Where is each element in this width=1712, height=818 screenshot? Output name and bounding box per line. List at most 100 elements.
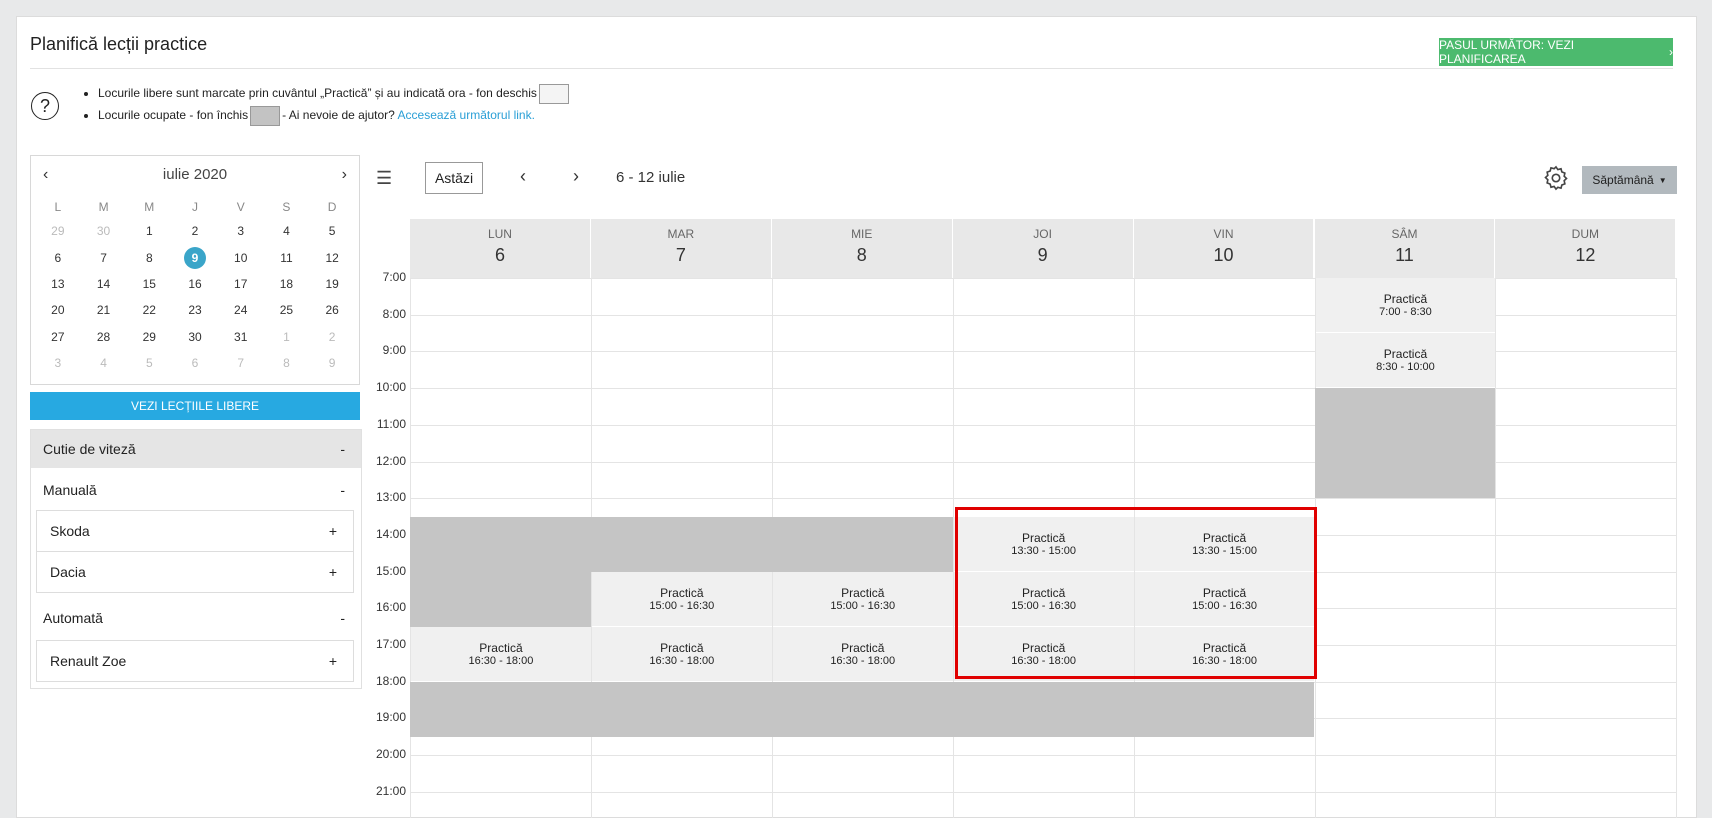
practice-slot[interactable]: Practică 16:30 - 18:00 [591, 626, 772, 682]
mini-day[interactable]: 15 [126, 271, 172, 297]
practice-slot[interactable]: Practică 16:30 - 18:00 [772, 626, 953, 682]
mini-day[interactable]: 19 [309, 271, 355, 297]
mini-day[interactable]: 9 [172, 244, 218, 270]
mini-day[interactable]: 29 [126, 324, 172, 350]
next-week-icon[interactable]: › [573, 166, 579, 187]
mini-day[interactable]: 16 [172, 271, 218, 297]
collapse-icon: - [340, 482, 345, 498]
prev-week-icon[interactable]: ‹ [520, 166, 526, 187]
mini-month-title: iulie 2020 [162, 166, 228, 183]
help-link[interactable]: Accesează următorul link. [398, 108, 535, 122]
mini-day[interactable]: 18 [264, 271, 310, 297]
mini-day[interactable]: 24 [218, 297, 264, 323]
slot-label: Practică [1383, 347, 1428, 362]
mini-day[interactable]: 21 [81, 297, 127, 323]
day-header-sâm[interactable]: SÂM 11 [1314, 219, 1496, 278]
slot-label: Practică [841, 585, 885, 600]
filter-gearbox[interactable]: Cutie de viteză - [31, 430, 361, 468]
mini-calendar-grid: L M M J V S D 29 30 1 2 3 4 5 6 7 8 9 10 11 12 13 14 15 16 17 18 19… [35, 196, 355, 376]
mini-day[interactable]: 14 [81, 271, 127, 297]
mini-day[interactable]: 23 [172, 297, 218, 323]
practice-slot[interactable]: Practică 15:00 - 16:30 [1134, 571, 1315, 627]
mini-day[interactable]: 30 [81, 218, 127, 244]
filter-manual[interactable]: Manuală - [31, 470, 361, 510]
mini-day[interactable]: 13 [35, 271, 81, 297]
next-step-button[interactable]: PASUL URMĂTOR: VEZI PLANIFICAREA › [1439, 38, 1673, 66]
day-header-vin[interactable]: VIN 10 [1133, 219, 1315, 278]
day-header-lun[interactable]: LUN 6 [410, 219, 591, 278]
menu-icon[interactable]: ☰ [376, 168, 392, 189]
day-header-mar[interactable]: MAR 7 [590, 219, 772, 278]
mini-day[interactable]: 3 [35, 350, 81, 376]
mini-day[interactable]: 2 [309, 324, 355, 350]
mini-day[interactable]: 11 [264, 244, 310, 270]
practice-slot[interactable]: Practică 16:30 - 18:00 [1134, 626, 1315, 682]
mini-day[interactable]: 5 [126, 350, 172, 376]
free-lessons-button[interactable]: VEZI LECȚIILE LIBERE [30, 392, 360, 420]
car-dacia[interactable]: Dacia + [36, 551, 354, 593]
day-name: DUM [1571, 227, 1599, 241]
mini-dow-label: L [54, 200, 62, 214]
mini-day[interactable]: 22 [126, 297, 172, 323]
mini-day[interactable]: 8 [126, 244, 172, 270]
hour-label: 11:00 [376, 416, 406, 431]
practice-slot[interactable]: Practică 16:30 - 18:00 [411, 626, 591, 682]
mini-day[interactable]: 6 [172, 350, 218, 376]
gear-icon[interactable] [1542, 164, 1570, 197]
practice-slot[interactable]: Practică 8:30 - 10:00 [1315, 333, 1496, 389]
filters-panel: Cutie de viteză - Manuală - Skoda + Daci… [30, 429, 362, 689]
mini-day[interactable]: 30 [172, 324, 218, 350]
mini-day[interactable]: 7 [218, 350, 264, 376]
mini-day[interactable]: 1 [126, 218, 172, 244]
practice-slot[interactable]: Practică 13:30 - 15:00 [953, 516, 1134, 572]
day-header-dum[interactable]: DUM 12 [1495, 219, 1677, 278]
mini-day[interactable]: 10 [218, 244, 264, 270]
hour-label: 10:00 [375, 380, 406, 395]
mini-day[interactable]: 27 [35, 324, 81, 350]
mini-day[interactable]: 4 [264, 218, 310, 244]
help-question: - Ai nevoie de ajutor? [282, 108, 395, 122]
info-free-text: Locurile libere sunt marcate prin cuvânt… [98, 86, 537, 100]
day-number: 9 [1037, 245, 1048, 265]
practice-slot[interactable]: Practică 15:00 - 16:30 [591, 571, 772, 627]
hour-label: 15:00 [375, 563, 406, 578]
header-divider [30, 68, 1673, 69]
day-header-mie[interactable]: MIE 8 [771, 219, 953, 278]
mini-day[interactable]: 8 [264, 350, 310, 376]
practice-slot[interactable]: Practică 13:30 - 15:00 [1134, 516, 1315, 572]
mini-next-month-icon[interactable]: › [342, 166, 347, 184]
mini-day[interactable]: 4 [81, 350, 127, 376]
mini-day[interactable]: 1 [264, 324, 310, 350]
view-selector[interactable]: Săptămână ▼ [1582, 166, 1677, 194]
practice-slot[interactable]: Practică 15:00 - 16:30 [772, 571, 953, 627]
free-swatch [538, 83, 569, 104]
mini-day[interactable]: 29 [35, 218, 81, 244]
practice-slot[interactable]: Practică 16:30 - 18:00 [953, 626, 1134, 682]
mini-dow-label: M [144, 200, 155, 214]
mini-day[interactable]: 6 [35, 244, 81, 270]
practice-slot[interactable]: Practică 15:00 - 16:30 [953, 571, 1134, 627]
car-skoda[interactable]: Skoda + [36, 510, 354, 552]
mini-day[interactable]: 5 [309, 218, 355, 244]
mini-day[interactable]: 26 [309, 297, 355, 323]
day-header-joi[interactable]: JOI 9 [952, 219, 1134, 278]
mini-day[interactable]: 12 [309, 244, 355, 270]
help-icon: ? [31, 92, 59, 120]
mini-day[interactable]: 7 [81, 244, 127, 270]
filter-automatic-label: Automată [43, 610, 103, 626]
today-button[interactable]: Astăzi [425, 162, 483, 194]
mini-day[interactable]: 2 [172, 218, 218, 244]
filter-automatic[interactable]: Automată - [31, 598, 361, 638]
mini-dow-label: D [327, 200, 337, 214]
car-renault-zoe[interactable]: Renault Zoe + [36, 640, 354, 682]
mini-day[interactable]: 17 [218, 271, 264, 297]
mini-day[interactable]: 3 [218, 218, 264, 244]
hour-label: 13:00 [375, 490, 406, 505]
mini-day[interactable]: 28 [81, 324, 127, 350]
mini-day[interactable]: 25 [264, 297, 310, 323]
mini-day[interactable]: 31 [218, 324, 264, 350]
mini-day[interactable]: 20 [35, 297, 81, 323]
day-number: 6 [494, 245, 505, 265]
mini-day[interactable]: 9 [309, 350, 355, 376]
practice-slot[interactable]: Practică 7:00 - 8:30 [1315, 278, 1496, 334]
